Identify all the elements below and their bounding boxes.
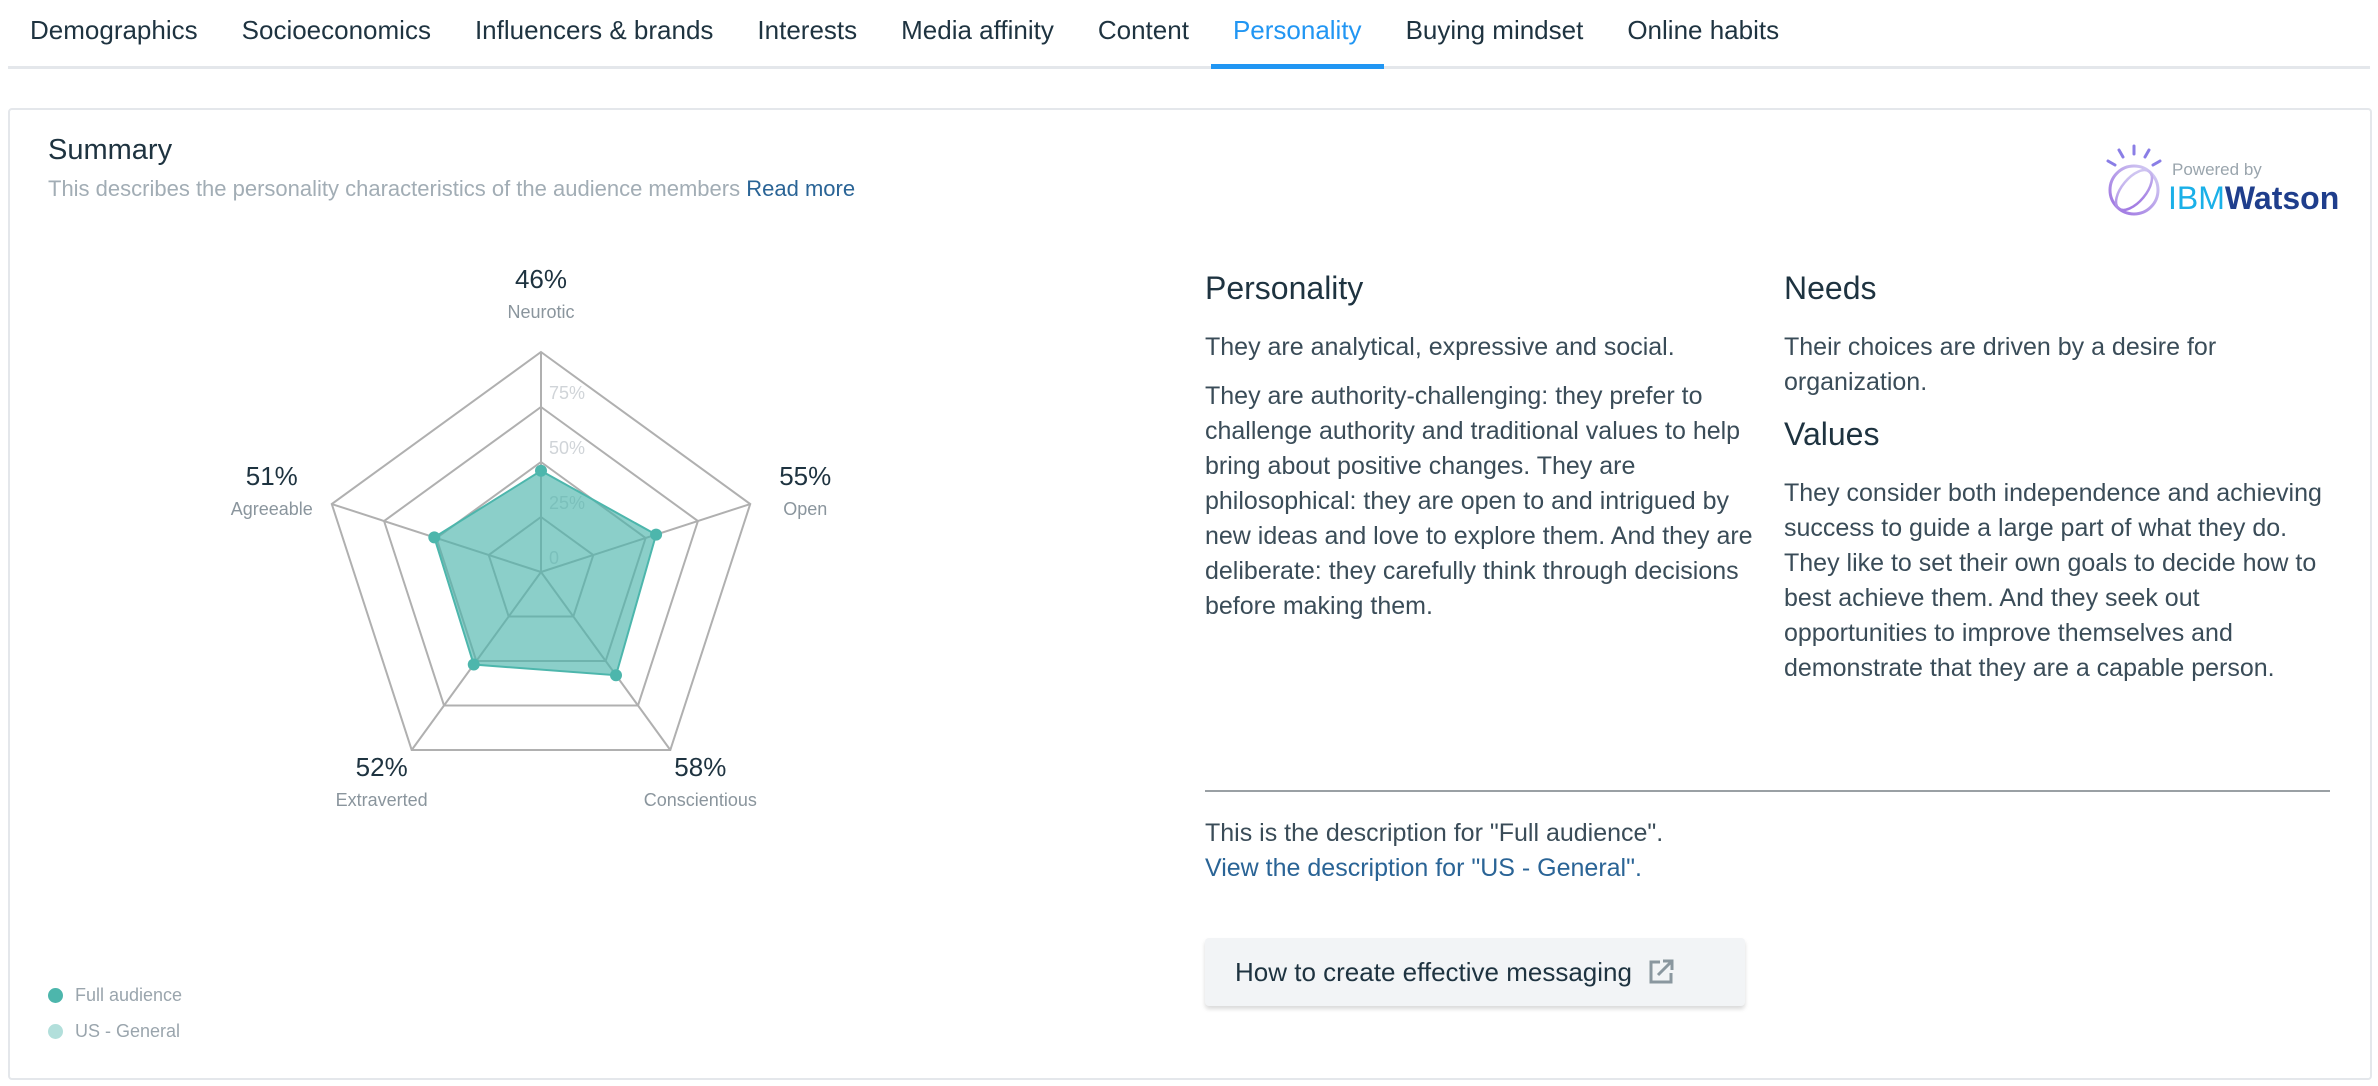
value-label: 52%	[356, 752, 408, 782]
personality-text: They are analytical, expressive and soci…	[1205, 333, 1675, 361]
tab-personality[interactable]: Personality	[1210, 0, 1384, 69]
data-point	[467, 658, 480, 671]
data-point	[610, 669, 623, 682]
personality-heading: Personality	[1205, 270, 1364, 306]
legend-label: Full audience	[75, 985, 183, 1005]
axis-label: Agreeable	[231, 499, 313, 519]
tab-online-habits[interactable]: Online habits	[1605, 0, 1801, 66]
personality-section: Personality They are analytical, express…	[1205, 268, 1765, 638]
axis-label: Extraverted	[336, 790, 428, 810]
summary-panel: Summary This describes the personality c…	[8, 108, 2372, 1080]
value-label: 55%	[779, 461, 831, 491]
data-point	[428, 531, 441, 544]
tick-label: 75%	[549, 383, 585, 403]
axis-label: Open	[783, 499, 827, 519]
values-heading: Values	[1784, 416, 1880, 452]
description-note: This is the description for "Full audien…	[1205, 816, 1663, 886]
legend-dot	[48, 1024, 63, 1039]
tab-content[interactable]: Content	[1076, 0, 1211, 66]
tab-socioeconomics[interactable]: Socioeconomics	[220, 0, 453, 66]
description-current: This is the description for "Full audien…	[1205, 819, 1664, 847]
series-area	[433, 469, 658, 677]
ibm-watson-logo: Powered by IBMWatson	[2090, 140, 2339, 230]
personality-radar-chart: 025%50%75%46%Neurotic55%Open58%Conscient…	[231, 264, 832, 810]
values-text: They consider both independence and achi…	[1784, 479, 2322, 682]
personality-text: They are authority-challenging: they pre…	[1205, 382, 1753, 620]
needs-values-section: Needs Their choices are driven by a desi…	[1784, 268, 2334, 700]
tab-bar: Demographics Socioeconomics Influencers …	[8, 0, 2370, 69]
external-link-icon	[1649, 959, 1674, 984]
ibm-watson-wordmark: IBMWatson	[2168, 180, 2340, 216]
legend-label: US - General	[75, 1021, 181, 1041]
button-label: How to create effective messaging	[1235, 956, 1632, 987]
needs-text: Their choices are driven by a desire for…	[1784, 333, 2217, 396]
legend-dot	[48, 988, 63, 1003]
data-point	[650, 528, 663, 541]
value-label: 46%	[515, 264, 567, 294]
tab-demographics[interactable]: Demographics	[8, 0, 220, 66]
tab-media-affinity[interactable]: Media affinity	[879, 0, 1076, 66]
legend-item-full-audience[interactable]: Full audience	[48, 985, 182, 1006]
value-label: 51%	[246, 461, 298, 491]
divider	[1205, 790, 2330, 792]
tab-buying-mindset[interactable]: Buying mindset	[1384, 0, 1606, 66]
tab-interests[interactable]: Interests	[735, 0, 879, 66]
tick-label: 50%	[549, 438, 585, 458]
legend-item-us-general[interactable]: US - General	[48, 1021, 180, 1042]
value-label: 58%	[674, 752, 726, 782]
axis-label: Conscientious	[644, 790, 757, 810]
needs-heading: Needs	[1784, 270, 1877, 306]
effective-messaging-button[interactable]: How to create effective messaging	[1205, 938, 1745, 1006]
data-point	[535, 464, 547, 477]
tab-influencers-brands[interactable]: Influencers & brands	[453, 0, 735, 66]
axis-label: Neurotic	[507, 302, 574, 322]
powered-by-text: Powered by	[2172, 160, 2262, 179]
view-us-general-link[interactable]: View the description for "US - General".	[1205, 851, 1663, 886]
watson-logo-icon	[2106, 144, 2162, 216]
